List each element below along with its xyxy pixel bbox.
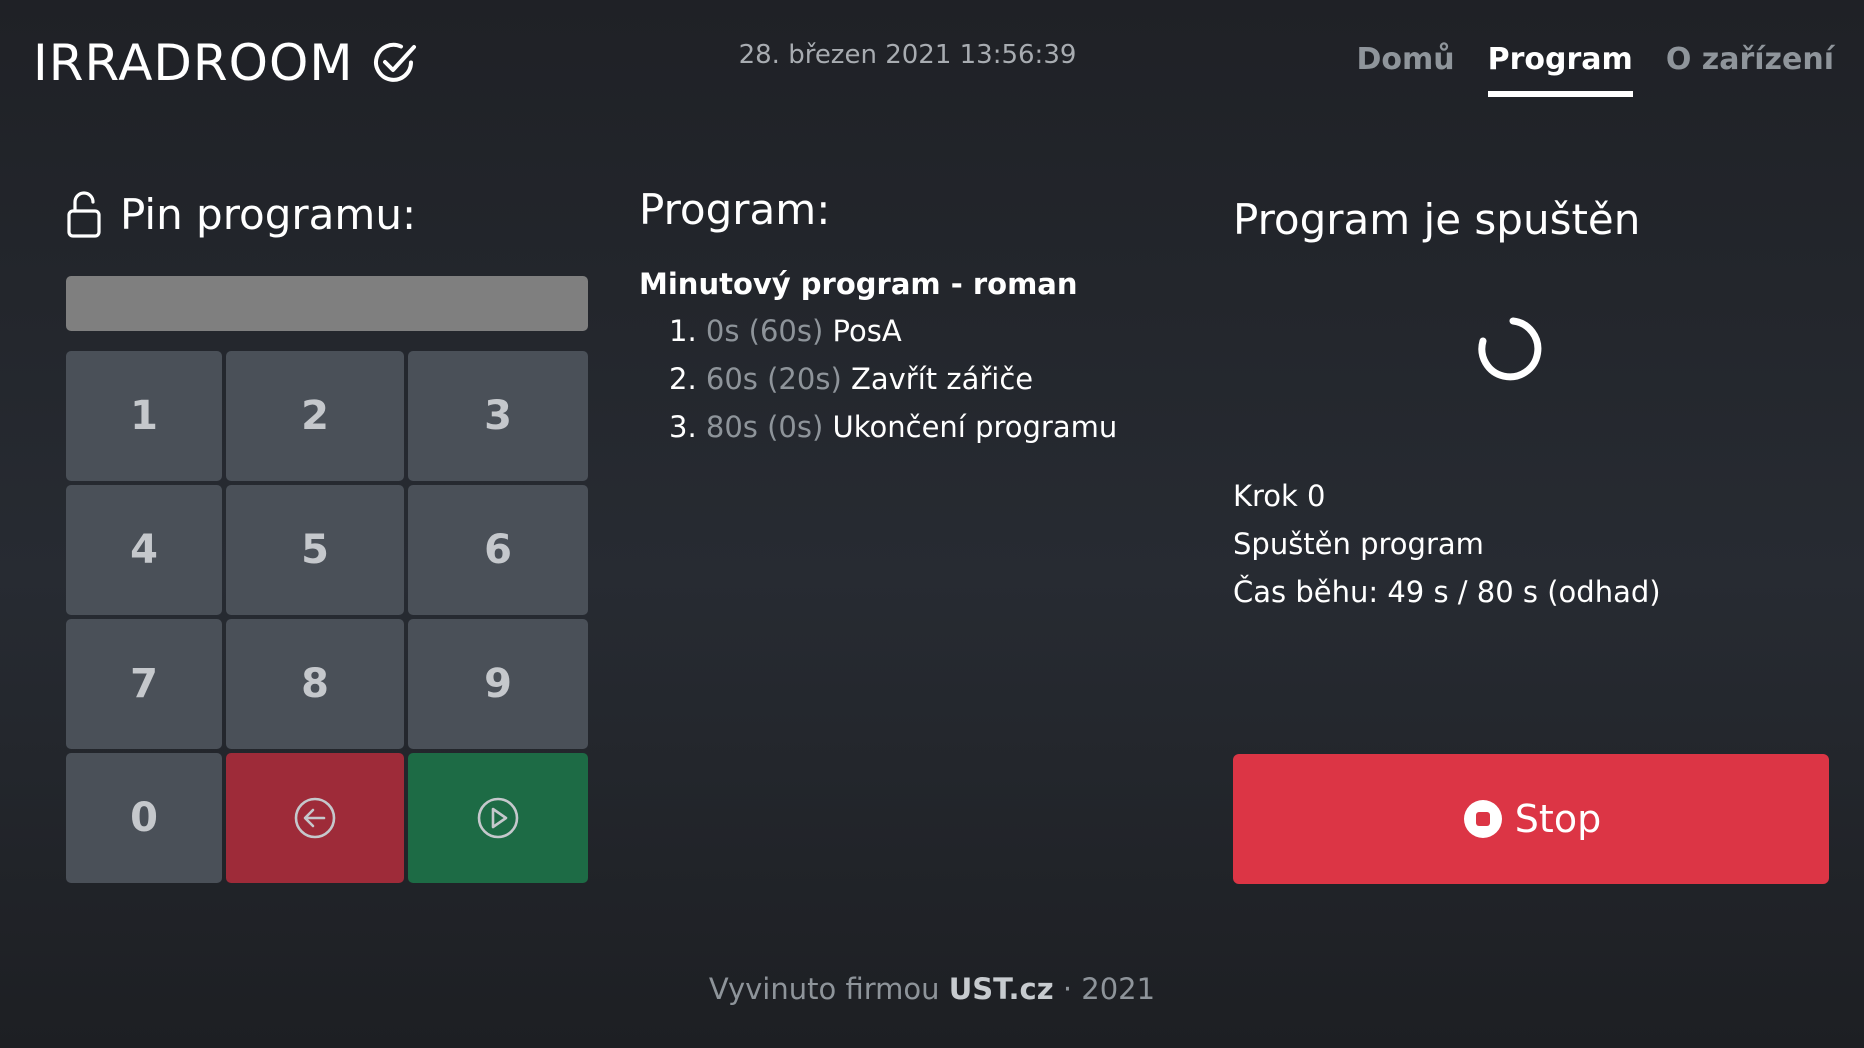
nav-program[interactable]: Program (1487, 42, 1633, 97)
list-item: 2. 60s (20s) Zavřít zářiče (639, 355, 1159, 403)
key-8[interactable]: 8 (226, 619, 404, 749)
program-panel: Program: Minutový program - roman 1. 0s … (639, 185, 1159, 451)
key-4[interactable]: 4 (66, 485, 222, 615)
loading-spinner-icon (1478, 317, 1542, 381)
stop-button[interactable]: Stop (1233, 754, 1829, 884)
pin-title: Pin programu: (66, 185, 588, 243)
nav-home[interactable]: Domů (1357, 42, 1455, 97)
pin-title-text: Pin programu: (120, 189, 417, 239)
status-panel: Program je spuštěn Krok 0 Spuštěn progra… (1233, 195, 1829, 884)
program-steps: 1. 0s (60s) PosA 2. 60s (20s) Zavřít zář… (639, 307, 1159, 451)
step-label: Zavřít zářiče (850, 362, 1034, 396)
list-item: 3. 80s (0s) Ukončení programu (639, 403, 1159, 451)
key-5[interactable]: 5 (226, 485, 404, 615)
pin-panel: Pin programu: 1 2 3 4 5 6 7 8 9 0 (66, 185, 588, 883)
runtime-text: Čas běhu: 49 s / 80 s (odhad) (1233, 575, 1661, 609)
start-button[interactable] (408, 753, 588, 883)
footer-prefix: Vyvinuto firmou (708, 972, 940, 1006)
current-step: Krok 0 (1233, 479, 1326, 513)
step-number: 2. (669, 362, 697, 396)
list-item: 1. 0s (60s) PosA (639, 307, 1159, 355)
footer-company-link[interactable]: UST.cz (949, 972, 1054, 1006)
status-title: Program je spuštěn (1233, 195, 1641, 244)
key-7[interactable]: 7 (66, 619, 222, 749)
keypad: 1 2 3 4 5 6 7 8 9 0 (66, 351, 588, 883)
program-name: Minutový program - roman (639, 267, 1078, 301)
footer-year: · 2021 (1062, 972, 1156, 1006)
program-title: Program: (639, 185, 831, 234)
key-9[interactable]: 9 (408, 619, 588, 749)
step-number: 1. (669, 314, 697, 348)
arrow-left-circle-icon (294, 797, 336, 839)
step-time: 0s (60s) (705, 314, 824, 348)
main-nav: Domů Program O zařízení (1324, 42, 1834, 97)
step-time: 80s (0s) (705, 410, 824, 444)
pin-input[interactable] (66, 276, 588, 331)
footer: Vyvinuto firmou UST.cz · 2021 (0, 972, 1864, 1006)
header: IRRADROOM 28. březen 2021 13:56:39 Domů … (0, 0, 1864, 130)
key-6[interactable]: 6 (408, 485, 588, 615)
step-time: 60s (20s) (705, 362, 842, 396)
status-details: Krok 0 Spuštěn program Čas běhu: 49 s / … (1233, 472, 1661, 616)
play-circle-icon (477, 797, 519, 839)
step-label: Ukončení programu (832, 410, 1118, 444)
lock-icon (67, 191, 101, 238)
key-2[interactable]: 2 (226, 351, 404, 481)
stop-circle-icon (1463, 800, 1502, 838)
delete-button[interactable] (226, 753, 404, 883)
status-text: Spuštěn program (1233, 527, 1484, 561)
key-1[interactable]: 1 (66, 351, 222, 481)
nav-about-device[interactable]: O zařízení (1666, 42, 1834, 97)
step-label: PosA (832, 314, 902, 348)
step-number: 3. (669, 410, 697, 444)
key-0[interactable]: 0 (66, 753, 222, 883)
stop-label: Stop (1514, 797, 1602, 841)
key-3[interactable]: 3 (408, 351, 588, 481)
